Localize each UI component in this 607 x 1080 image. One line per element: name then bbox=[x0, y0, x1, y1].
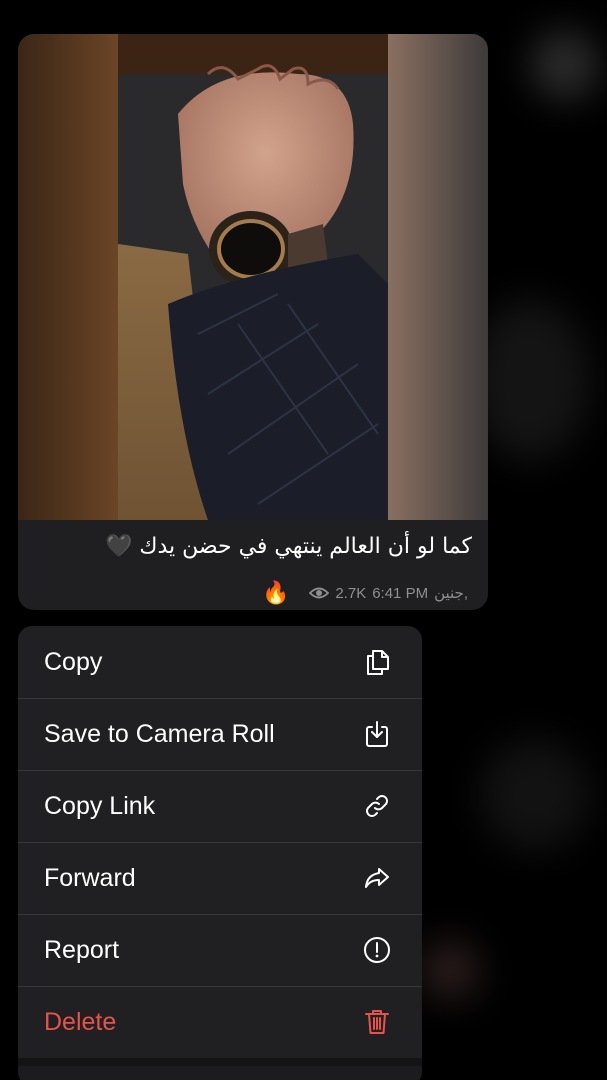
link-icon bbox=[360, 789, 394, 823]
view-count: 2.7K bbox=[335, 584, 367, 602]
caption-text: كما لو أن العالم ينتهي في حضن يدك bbox=[139, 534, 472, 559]
menu-item-report[interactable]: Report bbox=[18, 914, 422, 986]
background-blur bbox=[530, 30, 600, 100]
message-time: 6:41 PM bbox=[372, 584, 429, 602]
eye-icon bbox=[309, 586, 330, 600]
menu-item-delete[interactable]: Delete bbox=[18, 986, 422, 1058]
menu-more-section bbox=[18, 1058, 422, 1080]
black-heart-emoji: 🖤 bbox=[104, 534, 133, 559]
menu-item-copy[interactable]: Copy bbox=[18, 626, 422, 698]
context-menu: Copy Save to Camera Roll Copy Link Forwa… bbox=[18, 626, 422, 1080]
menu-item-label: Copy bbox=[44, 647, 103, 676]
report-icon bbox=[360, 933, 394, 967]
forward-icon bbox=[360, 861, 394, 895]
menu-item-label: Report bbox=[44, 935, 120, 964]
download-icon bbox=[360, 717, 394, 751]
copy-icon bbox=[360, 645, 394, 679]
menu-item-copy-link[interactable]: Copy Link bbox=[18, 770, 422, 842]
menu-item-label: Forward bbox=[44, 863, 136, 892]
menu-item-label: Save to Camera Roll bbox=[44, 719, 275, 748]
background-blur bbox=[470, 300, 590, 460]
menu-item-save-to-camera-roll[interactable]: Save to Camera Roll bbox=[18, 698, 422, 770]
photo-image bbox=[18, 34, 488, 520]
menu-item-forward[interactable]: Forward bbox=[18, 842, 422, 914]
background-blur bbox=[420, 940, 480, 1000]
background-blur bbox=[480, 740, 590, 850]
message-meta: 🔥 2.7K 6:41 PM جنين, bbox=[262, 580, 468, 606]
message-bubble[interactable]: كما لو أن العالم ينتهي في حضن يدك 🖤 🔥 2.… bbox=[18, 34, 488, 610]
fire-reaction-emoji[interactable]: 🔥 bbox=[262, 580, 289, 606]
menu-item-label: Copy Link bbox=[44, 791, 156, 820]
message-caption: كما لو أن العالم ينتهي في حضن يدك 🖤 bbox=[32, 534, 472, 559]
trash-icon bbox=[360, 1005, 394, 1039]
menu-item-label: Delete bbox=[44, 1007, 117, 1036]
message-photo[interactable] bbox=[18, 34, 488, 520]
message-author: جنين, bbox=[434, 585, 468, 602]
